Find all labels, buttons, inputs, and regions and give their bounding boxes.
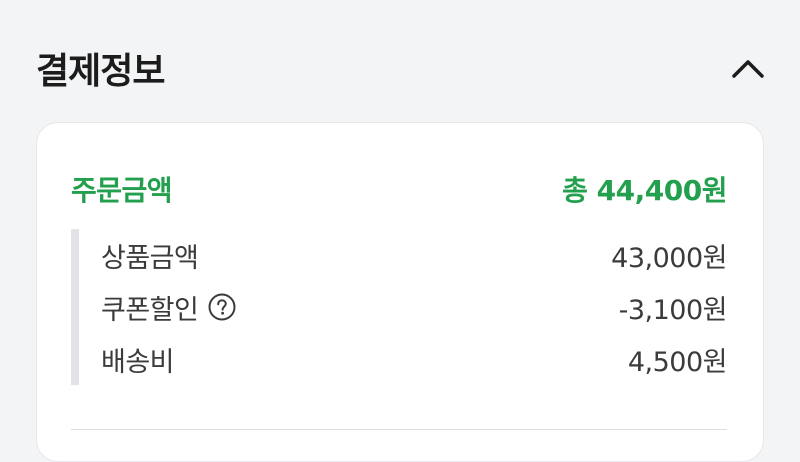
product-amount-value: 43,000원 bbox=[611, 242, 727, 274]
order-amount-label: 주문금액 bbox=[71, 174, 173, 207]
shipping-fee-value: 4,500원 bbox=[627, 346, 728, 378]
coupon-discount-row: 쿠폰할인 -3,100원 bbox=[79, 281, 728, 333]
divider bbox=[71, 429, 727, 430]
question-circle-icon[interactable] bbox=[208, 293, 236, 321]
amount-breakdown: 상품금액 43,000원 쿠폰할인 -3,100원 배송비 4,500원 bbox=[71, 229, 728, 385]
coupon-discount-label: 쿠폰할인 bbox=[101, 294, 199, 326]
shipping-fee-label: 배송비 bbox=[101, 346, 175, 378]
order-total-amount: 총 44,400원 bbox=[562, 174, 727, 207]
order-amount-row: 주문금액 총 44,400원 bbox=[71, 167, 727, 211]
coupon-discount-label-wrap: 쿠폰할인 bbox=[101, 288, 236, 327]
product-amount-label: 상품금액 bbox=[101, 242, 199, 274]
collapse-button[interactable] bbox=[728, 48, 768, 88]
chevron-up-icon bbox=[732, 60, 764, 78]
product-amount-row: 상품금액 43,000원 bbox=[79, 229, 727, 281]
page-title: 결제정보 bbox=[36, 51, 165, 92]
coupon-discount-value: -3,100원 bbox=[618, 294, 728, 326]
payment-info-header: 결제정보 bbox=[36, 38, 768, 98]
shipping-fee-row: 배송비 4,500원 bbox=[79, 333, 728, 385]
payment-info-card: 주문금액 총 44,400원 상품금액 43,000원 쿠폰할인 -3,100원 bbox=[36, 122, 764, 462]
